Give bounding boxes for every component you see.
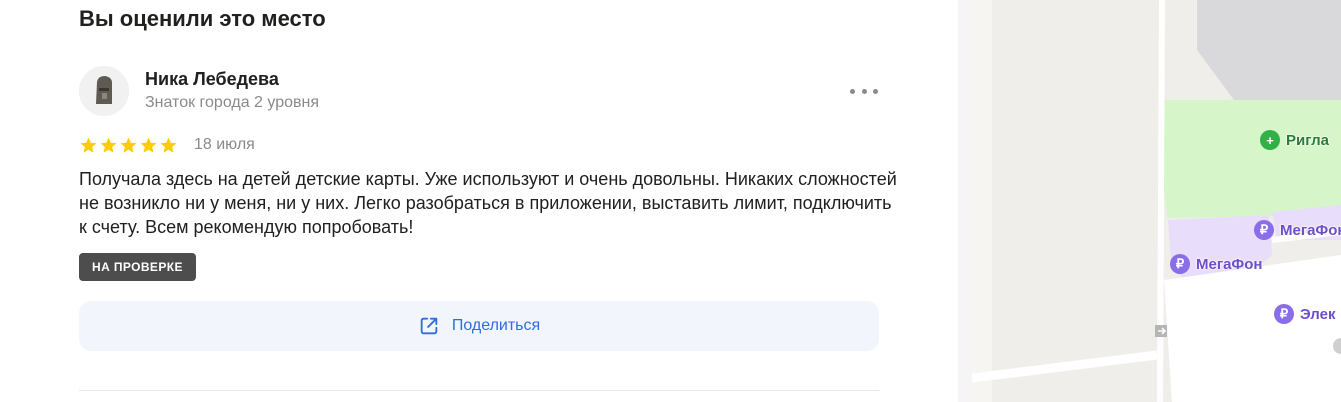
author-level: Знаток города 2 уровня <box>145 94 320 111</box>
section-title: Вы оценили это место <box>79 6 326 31</box>
review-date: 18 июля <box>194 136 255 153</box>
map-poi-megafon-1[interactable]: ₽ МегаФон <box>1254 220 1341 240</box>
share-icon <box>420 317 438 335</box>
more-options-button[interactable] <box>850 82 878 100</box>
dot-icon <box>861 88 867 94</box>
star-icon <box>140 137 157 153</box>
pharmacy-cross-icon: + <box>1260 130 1280 150</box>
ruble-icon: ₽ <box>1274 304 1294 324</box>
panel-separator <box>958 0 972 402</box>
status-badge: НА ПРОВЕРКЕ <box>79 253 196 281</box>
rating-stars <box>79 136 178 155</box>
avatar-image <box>79 66 129 116</box>
star-icon <box>120 137 137 153</box>
dot-icon <box>873 88 878 94</box>
share-button[interactable]: Поделиться <box>79 301 879 351</box>
poi-label: МегаФон <box>1196 255 1263 273</box>
map-view[interactable]: + Ригла ₽ МегаФон ₽ МегаФон ₽ Элек <box>972 0 1341 402</box>
map-background <box>972 0 1341 402</box>
star-icon <box>80 137 97 153</box>
ruble-icon: ₽ <box>1170 254 1190 274</box>
map-poi-elek[interactable]: ₽ Элек <box>1274 304 1335 324</box>
poi-label: МегаФон <box>1280 221 1341 239</box>
ruble-icon: ₽ <box>1254 220 1274 240</box>
review-text: Получала здесь на детей детские карты. У… <box>79 169 897 237</box>
map-poi-rigla[interactable]: + Ригла <box>1260 130 1329 150</box>
author-name[interactable]: Ника Лебедева <box>145 69 279 90</box>
dot-icon <box>850 88 855 94</box>
review-panel: Вы оценили это место Ника Лебедева Знато… <box>0 0 958 402</box>
map-poi-megafon-2[interactable]: ₽ МегаФон <box>1170 254 1262 274</box>
poi-label: Элек <box>1300 305 1336 323</box>
poi-label: Ригла <box>1286 131 1329 149</box>
star-icon <box>160 137 177 153</box>
share-label: Поделиться <box>451 317 541 334</box>
divider <box>79 390 879 391</box>
star-icon <box>100 137 117 153</box>
avatar[interactable] <box>79 66 129 116</box>
